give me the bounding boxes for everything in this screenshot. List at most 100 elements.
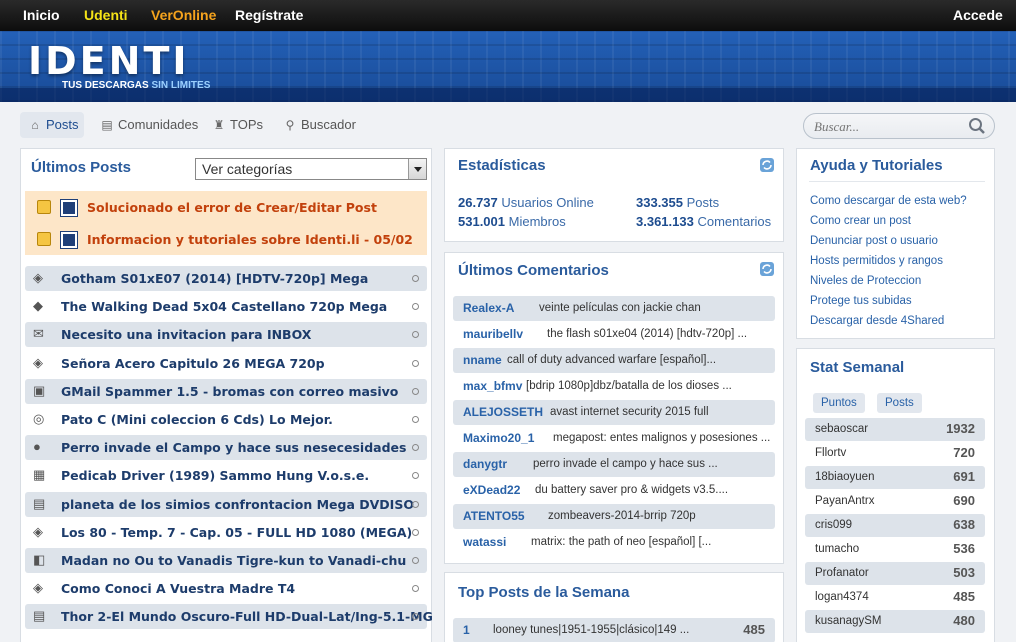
comment-text[interactable]: matrix: the path of neo [español] [... [531,536,711,548]
weekly-user[interactable]: Fllortv [815,447,846,459]
tab-comunidades[interactable]: ▤ Comunidades [100,112,198,138]
identi-icon [60,231,78,249]
tab-weekly-posts[interactable]: Posts [877,393,922,413]
weekly-row[interactable]: 18biaoyuen 691 [805,466,985,489]
sticky-post[interactable]: Solucionado el error de Crear/Editar Pos… [25,191,427,223]
comment-row[interactable]: ATENTO55 zombeavers-2014-brrip 720p [453,504,775,529]
post-row[interactable]: ▣ GMail Spammer 1.5 - bromas con correo m… [25,378,427,404]
weekly-user[interactable]: cris099 [815,519,852,531]
post-title: Perro invade el Campo y hace sus neseces… [61,440,407,456]
comment-text[interactable]: call of duty advanced warfare [español].… [507,354,716,366]
top-bar: Inicio Udenti VerOnline Regístrate Acced… [0,0,1016,31]
post-row[interactable]: ▤ planeta de los simios confrontacion Meg… [25,491,427,517]
comment-row[interactable]: watassi matrix: the path of neo [español]… [453,530,775,555]
comments-panel: Últimos Comentarios Realex-A veinte pelíc… [444,252,784,564]
post-row[interactable]: ◈ Señora Acero Capitulo 26 MEGA 720p [25,351,427,376]
nav-link-udenti[interactable]: Udenti [84,7,128,23]
weekly-user[interactable]: tumacho [815,543,859,555]
weekly-row[interactable]: cris099 638 [805,514,985,537]
comment-text[interactable]: the flash s01xe04 (2014) [hdtv-720p] ... [547,328,747,340]
comment-text[interactable]: veinte películas con jackie chan [539,302,701,314]
tab-posts[interactable]: ⌂ Posts [20,112,84,138]
help-link[interactable]: Denunciar post o usuario [810,235,938,247]
login-link[interactable]: Accede [953,7,1003,23]
weekly-row[interactable]: PayanAntrx 690 [805,490,985,513]
nav-link-veronline[interactable]: VerOnline [151,7,216,23]
top-post-row[interactable]: 1 looney tunes|1951-1955|clásico|149 ...… [453,618,775,642]
status-dot-icon [412,275,419,282]
comment-row[interactable]: Realex-A veinte películas con jackie chan [453,296,775,321]
comment-user[interactable]: max_bfmv [463,379,522,393]
post-row[interactable]: ◈ Los 80 - Temp. 7 - Cap. 05 - FULL HD 10… [25,520,427,545]
comment-text[interactable]: avast internet security 2015 full [550,406,709,418]
weekly-row[interactable]: kusanagySM 480 [805,610,985,633]
weekly-row[interactable]: sebaoscar 1932 [805,418,985,441]
weekly-user[interactable]: sebaoscar [815,423,868,435]
film-icon: ◆ [33,298,43,314]
category-select[interactable]: Ver categorías [195,158,427,180]
comment-user[interactable]: watassi [463,535,506,549]
comment-text[interactable]: megapost: entes malignos y posesiones ..… [553,432,770,444]
tab-puntos[interactable]: Puntos [813,393,865,413]
weekly-row[interactable]: Fllortv 720 [805,442,985,465]
sticky-post[interactable]: Informacion y tutoriales sobre Identi.li… [25,223,427,255]
help-link[interactable]: Como descargar de esta web? [810,195,967,207]
comment-row[interactable]: Maximo20_1 megapost: entes malignos y pos… [453,426,775,451]
search-input[interactable] [814,118,954,136]
post-row[interactable]: ▤ Thor 2-El Mundo Oscuro-Full HD-Dual-Lat… [25,604,433,630]
weekly-user[interactable]: PayanAntrx [815,495,874,507]
tab-tops[interactable]: ♜ TOPs [212,112,263,138]
comment-user[interactable]: nname [463,353,502,367]
weekly-row[interactable]: tumacho 536 [805,538,985,561]
help-link[interactable]: Niveles de Proteccion [810,275,921,287]
weekly-row[interactable]: logan4374 485 [805,586,985,609]
help-link[interactable]: Protege tus subidas [810,295,912,307]
comment-text[interactable]: zombeavers-2014-brrip 720p [548,510,696,522]
search-icon: ⚲ [285,118,295,132]
tab-buscador[interactable]: ⚲ Buscador [283,112,356,138]
comment-user[interactable]: eXDead22 [463,483,520,497]
post-row[interactable]: ▦ Pedicab Driver (1989) Sammo Hung V.o.s.… [25,463,427,488]
comment-text[interactable]: [bdrip 1080p]dbz/batalla de los dioses .… [526,380,732,392]
post-row[interactable]: ◎ Pato C (Mini coleccion 6 Cds) Lo Mejor. [25,407,427,432]
help-link[interactable]: Como crear un post [810,215,911,227]
refresh-icon[interactable] [759,261,775,277]
magnifier-icon[interactable] [968,117,986,135]
comment-user[interactable]: danygtr [463,457,507,471]
site-logo[interactable]: IDENTI [28,39,190,83]
comment-row[interactable]: eXDead22 du battery saver pro & widgets v… [453,478,775,503]
weekly-user[interactable]: Profanator [815,567,869,579]
chevron-down-icon[interactable] [408,159,426,179]
comment-user[interactable]: ATENTO55 [463,509,525,523]
comment-user[interactable]: ALEJOSSETH [463,405,543,419]
weekly-user[interactable]: kusanagySM [815,615,881,627]
help-link[interactable]: Hosts permitidos y rangos [810,255,943,267]
nav-link-registrate[interactable]: Regístrate [235,7,303,23]
top-posts-panel: Top Posts de la Semana 1 looney tunes|19… [444,572,784,642]
weekly-user[interactable]: logan4374 [815,591,869,603]
status-dot-icon [412,528,419,536]
post-row[interactable]: ● Perro invade el Campo y hace sus nesece… [25,435,427,461]
comment-user[interactable]: Maximo20_1 [463,431,534,445]
post-row[interactable]: ◧ Madan no Ou to Vanadis Tigre-kun to Van… [25,548,427,573]
comment-text[interactable]: du battery saver pro & widgets v3.5.... [535,484,728,496]
status-dot-icon [412,444,419,452]
post-row[interactable]: ◆ The Walking Dead 5x04 Castellano 720p M… [25,294,427,319]
comment-row[interactable]: nname call of duty advanced warfare [espa… [453,348,775,373]
post-row[interactable]: ◈ Gotham S01xE07 (2014) [HDTV-720p] Mega [25,266,427,291]
comment-row[interactable]: ALEJOSSETH avast internet security 2015 f… [453,400,775,425]
comment-text[interactable]: perro invade el campo y hace sus ... [533,458,718,470]
comment-row[interactable]: danygtr perro invade el campo y hace sus … [453,452,775,477]
help-link[interactable]: Descargar desde 4Shared [810,315,944,327]
comment-user[interactable]: Realex-A [463,301,514,315]
refresh-icon[interactable] [759,157,775,173]
comment-user[interactable]: mauribellv [463,327,523,341]
post-title: GMail Spammer 1.5 - bromas con correo ma… [61,383,399,399]
weekly-row[interactable]: Profanator 503 [805,562,985,585]
comment-row[interactable]: mauribellv the flash s01xe04 (2014) [hdtv… [453,322,775,347]
weekly-user[interactable]: 18biaoyuen [815,471,874,483]
comment-row[interactable]: max_bfmv [bdrip 1080p]dbz/batalla de los … [453,374,775,399]
nav-link-inicio[interactable]: Inicio [23,7,60,23]
post-row[interactable]: ✉ Necesito una invitacion para INBOX [25,322,427,348]
post-row[interactable]: ◈ Como Conoci A Vuestra Madre T4 [25,576,427,601]
